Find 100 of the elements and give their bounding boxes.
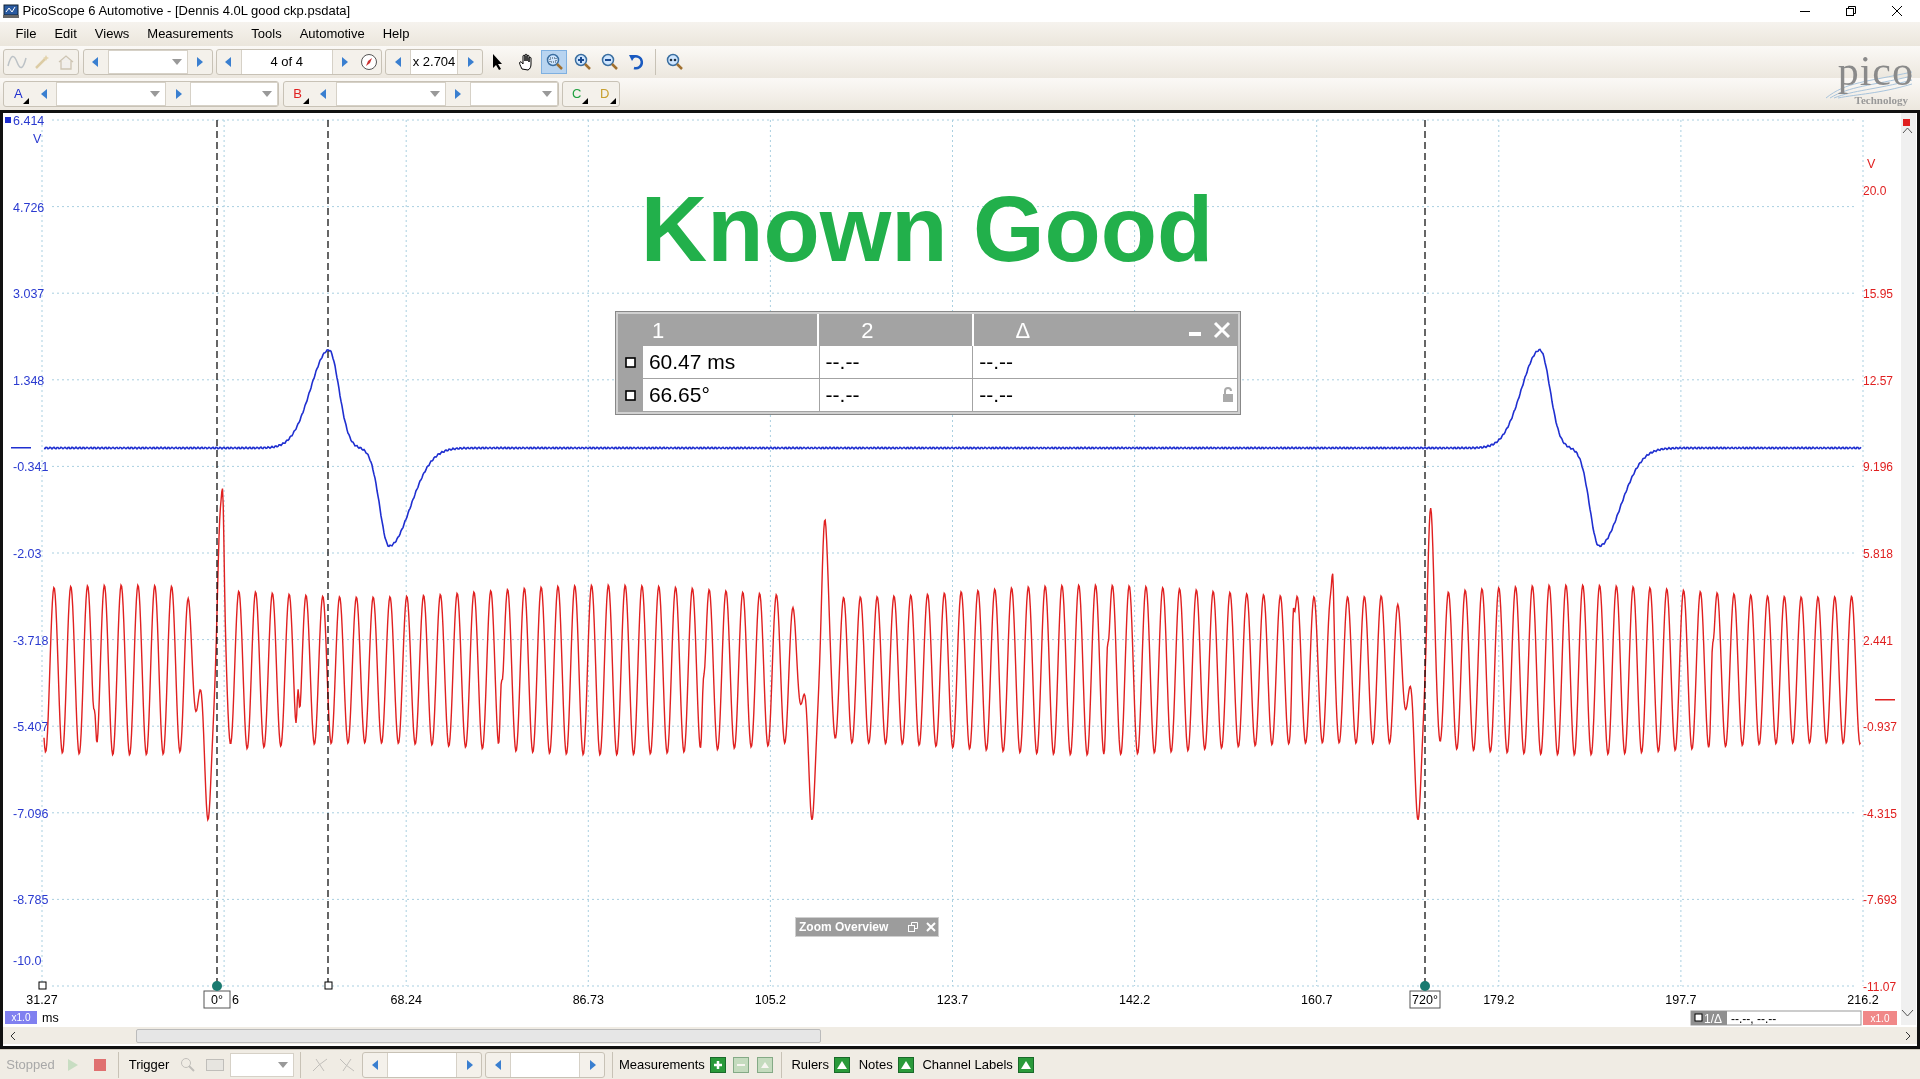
left-arrow-icon [225, 57, 233, 67]
menu-item[interactable]: Automotive [290, 22, 374, 46]
menu-item[interactable]: Measurements [138, 22, 243, 46]
toolbar-label: Channel Labels [922, 1055, 1013, 1074]
input-field[interactable] [387, 1052, 458, 1077]
close-button[interactable] [1211, 320, 1232, 340]
ruler-handle[interactable] [324, 981, 333, 990]
left-arrow-icon [371, 1059, 379, 1070]
left-arrow-icon [92, 57, 99, 67]
axis-label: 142.2 [1118, 993, 1151, 1007]
edge-icon [311, 1056, 328, 1073]
play-icon [66, 1057, 79, 1072]
note-text: Known Good [640, 178, 1214, 280]
axis-label: 179.2 [1483, 993, 1515, 1007]
right-arrow-icon [174, 89, 182, 99]
zoom-field[interactable]: x 2.704 [410, 50, 458, 74]
offset-marker [1875, 699, 1895, 701]
column-header: Δ [1015, 316, 1031, 345]
left-arrow-icon [40, 89, 48, 99]
panel-title: Zoom Overview [799, 919, 890, 936]
channel-button[interactable]: B [283, 80, 312, 108]
dropdown-arrow-icon [171, 59, 182, 65]
minimize-icon [1189, 332, 1201, 336]
zoom-region-icon [544, 53, 563, 71]
toolbar-label: Measurements [618, 1055, 705, 1074]
show-button[interactable] [832, 1054, 853, 1075]
delete-icon [756, 1056, 773, 1073]
home-icon [58, 54, 75, 70]
keyboard-icon [205, 1058, 224, 1071]
corner-triangle-icon [581, 98, 588, 104]
left-arrow-icon [320, 89, 327, 99]
table-cell-text: --.-- [825, 349, 860, 376]
right-arrow-icon [341, 57, 349, 67]
pico-logo: pico Technology [1796, 46, 1914, 108]
checkbox[interactable] [624, 390, 636, 401]
show-icon [834, 1056, 851, 1073]
checkbox[interactable] [624, 357, 636, 368]
menu-item[interactable]: File [6, 22, 46, 46]
menu-item[interactable]: Views [85, 22, 139, 46]
close-button[interactable] [924, 920, 938, 934]
close-icon [1892, 6, 1902, 16]
menu-item[interactable]: Help [373, 22, 419, 46]
channel-marker [5, 117, 11, 123]
axis-label: 20.0 [1863, 183, 1887, 198]
axis-label: 2.441 [1863, 633, 1894, 648]
axis-label: 6.414 [13, 114, 45, 128]
axis-label: 15.95 [1863, 287, 1894, 302]
show-button[interactable] [895, 1054, 916, 1075]
app-icon [3, 4, 20, 18]
edit-icon [733, 1056, 750, 1073]
table-cell-text: 60.47 ms [648, 349, 736, 376]
add-icon [710, 1056, 727, 1073]
wand-icon [34, 54, 51, 70]
ruler-handle[interactable] [38, 981, 47, 990]
compass-icon [359, 53, 378, 71]
right-arrow-icon [196, 57, 203, 67]
axis-unit: V [33, 132, 42, 146]
vertical-scrollbar[interactable] [1901, 113, 1916, 1025]
table-cell-text: --.-- [825, 382, 860, 409]
dropdown-arrow-icon [262, 91, 273, 97]
search-icon [179, 1056, 196, 1073]
close-icon [926, 922, 936, 932]
zoom-100-icon [665, 53, 683, 71]
scroll-left-icon[interactable] [9, 1030, 16, 1041]
lock-icon[interactable] [1221, 387, 1234, 403]
menu-item[interactable]: Tools [242, 22, 291, 46]
zoom-out-icon [600, 53, 619, 71]
restore-icon [908, 922, 918, 932]
show-button[interactable] [1016, 1054, 1037, 1075]
trigger-button[interactable]: Trigger [125, 1052, 173, 1077]
axis-label: 9.196 [1863, 460, 1894, 475]
scale-label: x1.0 [5, 1011, 37, 1024]
table-cell-text: --.-- [979, 349, 1013, 376]
dropdown-arrow-icon [278, 1061, 289, 1068]
dropdown-arrow-icon [429, 91, 440, 97]
axis-label: -7.693 [1863, 893, 1898, 908]
scroll-right-icon[interactable] [1904, 1030, 1911, 1041]
horizontal-scrollbar[interactable] [3, 1027, 1917, 1044]
ruler-readout: 1/Δ --.--, --.-- [1690, 1010, 1862, 1026]
axis-label: -4.315 [1863, 806, 1898, 821]
menu-item[interactable]: Edit [45, 22, 86, 46]
ruler-handle[interactable] [212, 981, 222, 991]
toolbar-label: Rulers [791, 1055, 829, 1074]
ruler-handle[interactable] [1420, 981, 1430, 991]
axis-label: 6 [232, 993, 239, 1007]
axis-label: -11.07 [1863, 980, 1897, 994]
input-field[interactable] [510, 1052, 581, 1077]
hand-icon [516, 53, 535, 71]
channel-button[interactable]: A [4, 80, 33, 108]
scale-label: x1.0 [1863, 1011, 1897, 1025]
window-title: PicoScope 6 Automotive - [Dennis 4.0L good ckp.psdata] [22, 2, 352, 21]
dropdown-arrow-icon [150, 91, 161, 97]
ruler-label[interactable]: 720° [1409, 990, 1441, 1009]
axis-label: 5.818 [1863, 547, 1894, 561]
ruler-label[interactable]: 0° [203, 990, 231, 1009]
add-button[interactable] [708, 1054, 729, 1075]
buffer-field[interactable]: 4 of 4 [240, 50, 333, 74]
right-arrow-icon [588, 1059, 596, 1070]
axis-label: -0.937 [1863, 720, 1898, 735]
edge-icon [338, 1056, 355, 1073]
